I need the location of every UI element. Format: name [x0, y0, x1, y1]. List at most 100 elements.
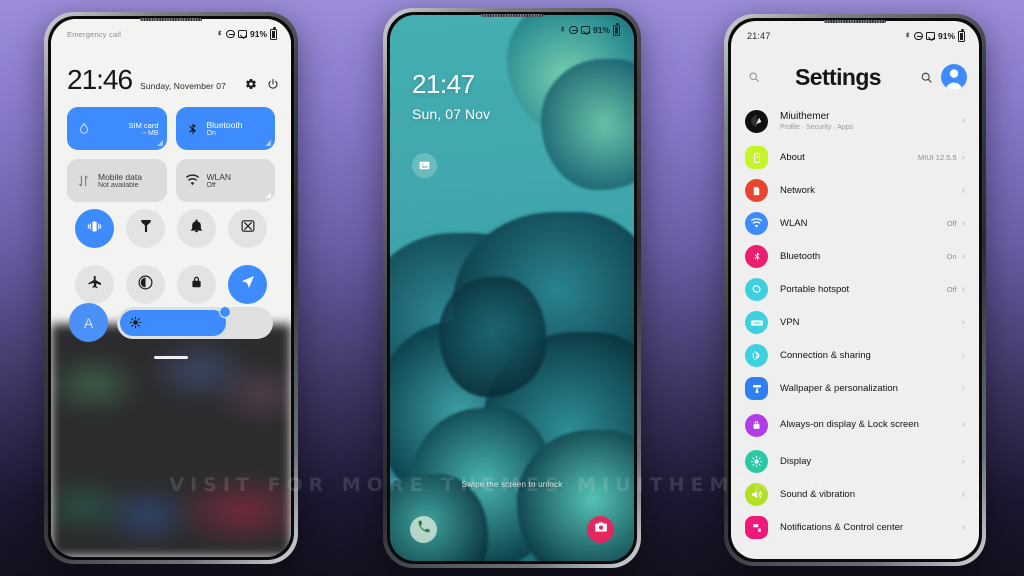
phone-lock-screen: 91% 21:47 Sun, 07 Nov Swipe the screen t… [383, 8, 641, 568]
lock-icon [745, 413, 768, 437]
tile-mobile-data[interactable]: Mobile data Not available [67, 159, 167, 202]
list-item-wallpaper[interactable]: Wallpaper & personalization › [731, 372, 979, 405]
list-item-title: Miuithemer [780, 111, 830, 123]
chevron-right-icon: › [961, 455, 965, 467]
power-icon[interactable] [267, 78, 279, 90]
battery-percent: 91% [937, 31, 955, 41]
tile-sim-card[interactable]: SIM card -- MB [67, 107, 167, 150]
bluetooth-icon [184, 120, 201, 137]
bluetooth-icon [216, 28, 223, 40]
brush-icon [745, 377, 768, 400]
list-item-title: Network [780, 184, 815, 196]
phone2-statusbar: 91% [390, 15, 634, 39]
lockscreen-date: Sun, 07 Nov [412, 106, 491, 122]
ringer-toggle[interactable] [177, 209, 216, 248]
search-icon[interactable] [915, 71, 937, 84]
vibrate-toggle[interactable] [75, 209, 114, 248]
list-item-display[interactable]: Display › [731, 445, 979, 478]
wifi-icon [745, 212, 768, 235]
camera-icon [594, 520, 608, 539]
screenshot-icon [237, 30, 247, 38]
chevron-right-icon: › [961, 419, 965, 430]
phone-info-icon [745, 146, 768, 169]
tile-subtitle: Off [206, 182, 216, 189]
brightness-row: A [69, 303, 273, 342]
gear-icon[interactable] [245, 78, 257, 90]
location-toggle[interactable] [228, 265, 267, 304]
flashlight-toggle[interactable] [126, 209, 165, 248]
brightness-slider[interactable] [117, 305, 273, 339]
lockscreen-time: 21:47 [412, 69, 475, 99]
screenshot-toggle[interactable] [228, 209, 267, 248]
panel-drag-handle[interactable] [154, 356, 188, 359]
phone-shortcut[interactable] [410, 516, 437, 543]
tile-bluetooth[interactable]: Bluetooth On [175, 107, 275, 150]
list-item-connection-sharing[interactable]: Connection & sharing › [731, 339, 979, 372]
tile-title: Mobile data [98, 172, 142, 182]
phone2-bezel: 91% 21:47 Sun, 07 Nov Swipe the screen t… [387, 12, 637, 564]
unlock-hint: Swipe the screen to unlock [461, 480, 563, 489]
list-item-network[interactable]: Network › [731, 174, 979, 207]
list-item-vpn[interactable]: VPN VPN › [731, 306, 979, 339]
list-item-value: On [946, 252, 957, 261]
list-item-hotspot[interactable]: Portable hotspot Off › [731, 273, 979, 306]
list-item-bluetooth[interactable]: Bluetooth On › [731, 240, 979, 273]
brightness-thumb[interactable] [219, 305, 232, 318]
list-item-title: Bluetooth [780, 250, 821, 262]
camera-shortcut[interactable] [587, 516, 614, 543]
expand-corner-icon[interactable] [156, 140, 163, 146]
tile-title: SIM card [128, 120, 159, 130]
tile-subtitle: Not available [98, 182, 139, 189]
emergency-call-label[interactable]: Emergency call [67, 30, 121, 39]
chevron-right-icon: › [961, 217, 965, 229]
list-item-subtitle: Profile · Security · Apps [780, 123, 854, 131]
chevron-right-icon: › [961, 488, 965, 500]
list-item-title: Portable hotspot [780, 283, 850, 295]
bluetooth-icon [745, 245, 768, 268]
chevron-right-icon: › [961, 316, 965, 328]
darkmode-toggle[interactable] [126, 265, 165, 304]
list-item-value: Off [946, 285, 957, 294]
tile-title: Bluetooth [206, 120, 243, 130]
page-title: Settings [795, 63, 882, 90]
auto-brightness-button[interactable]: A [69, 303, 108, 342]
account-icon [745, 109, 768, 133]
phone2-screen: 91% 21:47 Sun, 07 Nov Swipe the screen t… [390, 15, 634, 561]
location-arrow-icon [240, 274, 256, 295]
notifications-icon [745, 516, 768, 539]
expand-corner-icon[interactable] [265, 192, 271, 198]
list-item-sound-vibration[interactable]: Sound & vibration › [731, 478, 979, 511]
photo-icon[interactable] [412, 153, 437, 178]
settings-list[interactable]: Miuithemer Profile · Security · Apps › A… [731, 101, 979, 559]
phone3-screen: 21:47 91% Settings Miuithemer Profile · … [731, 21, 979, 559]
battery-icon [958, 29, 965, 42]
list-item-about[interactable]: About MIUI 12.5.5 › [731, 141, 979, 174]
bluetooth-icon [904, 30, 911, 42]
chevron-right-icon: › [961, 283, 965, 295]
list-item-aod-lockscreen[interactable]: Always-on display & Lock screen › [731, 405, 979, 445]
phone-quick-settings: Emergency call 91% 21:46 Sunday, Novembe… [44, 12, 298, 564]
screenshot-icon [925, 32, 935, 40]
airplane-icon [87, 274, 103, 295]
tile-subtitle: On [206, 130, 216, 137]
lock-toggle[interactable] [177, 265, 216, 304]
flashlight-icon [138, 218, 154, 239]
avatar[interactable] [941, 64, 967, 90]
airplane-toggle[interactable] [75, 265, 114, 304]
bluetooth-icon [559, 24, 566, 36]
lock-icon [189, 274, 204, 295]
list-item-notifications[interactable]: Notifications & Control center › [731, 511, 979, 544]
expand-corner-icon[interactable] [265, 140, 271, 146]
chevron-right-icon: › [961, 349, 965, 361]
list-item-title: Connection & sharing [780, 349, 871, 361]
brightness-icon [129, 316, 142, 329]
volume-icon [745, 483, 768, 506]
quick-settings-header: 21:46 Sunday, November 07 [67, 66, 279, 94]
tile-wlan[interactable]: WLAN Off [175, 159, 275, 202]
panel-time: 21:46 [67, 64, 133, 95]
list-item-wlan[interactable]: WLAN Off › [731, 207, 979, 240]
phone1-bezel: Emergency call 91% 21:46 Sunday, Novembe… [48, 16, 294, 560]
list-item-profile[interactable]: Miuithemer Profile · Security · Apps › [731, 101, 979, 141]
sim-icon [745, 179, 768, 202]
list-item-title: Wallpaper & personalization [780, 382, 898, 394]
